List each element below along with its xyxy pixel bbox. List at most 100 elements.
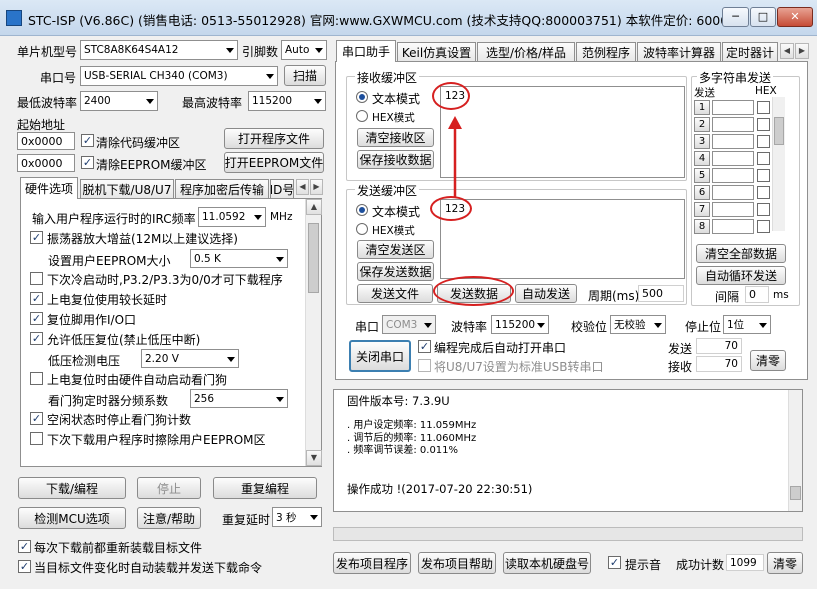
check-mcu-button[interactable]: 检测MCU选项 (18, 507, 126, 529)
tab-scroll-left-icon[interactable]: ◀ (780, 43, 794, 59)
lvr-voltage-select[interactable]: 2.20 V (141, 349, 239, 368)
save-receive-button[interactable]: 保存接收数据 (357, 150, 434, 169)
multi-hex-checkbox-7[interactable] (757, 203, 770, 216)
recv-text-mode-radio[interactable] (356, 91, 368, 103)
tab-baud-calculator[interactable]: 波特率计算器 (637, 42, 721, 62)
tab-timer-calculator[interactable]: 定时器计 (722, 42, 778, 62)
wdt-div-select[interactable]: 256 (190, 389, 288, 408)
minimize-button[interactable]: ─ (722, 7, 749, 27)
scroll-down-icon[interactable]: ▼ (306, 450, 322, 466)
multi-hex-checkbox-2[interactable] (757, 118, 770, 131)
multi-send-button-2[interactable]: 2 (694, 117, 710, 132)
multi-hex-checkbox-6[interactable] (757, 186, 770, 199)
reload-checkbox[interactable]: ✓ (18, 540, 31, 553)
usb-std-checkbox[interactable] (418, 359, 431, 372)
baud-select[interactable]: 115200 (491, 315, 549, 334)
log-output[interactable]: 固件版本号: 7.3.9U . 用户设定频率: 11.059MHz. 调节后的频率… (333, 389, 803, 512)
tab-id[interactable]: ID号 (270, 179, 294, 198)
open-eeprom-button[interactable]: 打开EEPROM文件 (224, 152, 324, 173)
tab-hardware-options[interactable]: 硬件选项 (20, 177, 78, 199)
multi-string-input-3[interactable] (712, 134, 754, 149)
eeprom-address-input[interactable]: 0x0000 (17, 154, 75, 172)
tab-keil-settings[interactable]: Keil仿真设置 (397, 42, 476, 62)
auto-reload-checkbox[interactable]: ✓ (18, 560, 31, 573)
multi-send-button-5[interactable]: 5 (694, 168, 710, 183)
clear-count-button[interactable]: 清零 (750, 350, 786, 371)
clear-send-button[interactable]: 清空发送区 (357, 240, 434, 259)
send-textarea[interactable]: 123 (440, 199, 685, 279)
eeprom-size-select[interactable]: 0.5 K (190, 249, 288, 268)
close-port-button[interactable]: 关闭串口 (349, 340, 411, 372)
scan-button[interactable]: 扫描 (284, 65, 326, 86)
reset-io-checkbox[interactable]: ✓ (30, 312, 43, 325)
reprogram-button[interactable]: 重复编程 (213, 477, 317, 499)
multi-string-input-5[interactable] (712, 168, 754, 183)
multi-send-button-3[interactable]: 3 (694, 134, 710, 149)
multi-string-input-8[interactable] (712, 219, 754, 234)
multi-send-button-8[interactable]: 8 (694, 219, 710, 234)
multi-string-input-2[interactable] (712, 117, 754, 132)
scroll-up-icon[interactable]: ▲ (306, 199, 322, 215)
multi-send-button-6[interactable]: 6 (694, 185, 710, 200)
log-scroll-thumb[interactable] (790, 486, 801, 500)
tab-scroll-left-icon[interactable]: ◀ (296, 179, 309, 195)
multi-hex-checkbox-5[interactable] (757, 169, 770, 182)
publish-program-button[interactable]: 发布项目程序 (333, 552, 411, 574)
multi-string-input-1[interactable] (712, 100, 754, 115)
scroll-thumb[interactable] (308, 223, 319, 293)
com-port-select[interactable]: COM3 (382, 315, 436, 334)
tab-offline-download[interactable]: 脱机下载/U8/U7 (80, 179, 174, 198)
tab-examples[interactable]: 范例程序 (576, 42, 636, 62)
clear-eeprom-checkbox[interactable]: ✓ (81, 156, 94, 169)
interval-input[interactable]: 0 (745, 286, 769, 303)
publish-help-button[interactable]: 发布项目帮助 (418, 552, 496, 574)
tab-scroll-right-icon[interactable]: ▶ (310, 179, 323, 195)
multi-string-input-7[interactable] (712, 202, 754, 217)
p32-checkbox[interactable] (30, 272, 43, 285)
tab-selection-price[interactable]: 选型/价格/样品 (477, 42, 575, 62)
save-send-button[interactable]: 保存发送数据 (357, 262, 434, 281)
osc-amp-checkbox[interactable]: ✓ (30, 231, 43, 244)
multi-string-input-6[interactable] (712, 185, 754, 200)
multi-hex-checkbox-8[interactable] (757, 220, 770, 233)
multi-scrollbar[interactable] (772, 97, 785, 231)
wdt-auto-checkbox[interactable] (30, 372, 43, 385)
tab-encrypted-transfer[interactable]: 程序加密后传输 (175, 179, 269, 198)
period-input[interactable]: 500 (638, 285, 684, 302)
tab-scroll-right-icon[interactable]: ▶ (795, 43, 809, 59)
download-button[interactable]: 下载/编程 (18, 477, 126, 499)
close-button[interactable]: ✕ (777, 7, 813, 27)
start-address-input[interactable]: 0x0000 (17, 132, 75, 150)
recv-hex-mode-radio[interactable] (356, 110, 368, 122)
parity-select[interactable]: 无校验 (610, 315, 666, 334)
mcu-select[interactable]: STC8A8K64S4A12 (80, 40, 238, 60)
multi-send-button-4[interactable]: 4 (694, 151, 710, 166)
idle-wdt-checkbox[interactable]: ✓ (30, 412, 43, 425)
clear-success-button[interactable]: 清零 (767, 552, 803, 574)
multi-send-button-7[interactable]: 7 (694, 202, 710, 217)
read-disk-button[interactable]: 读取本机硬盘号 (503, 552, 591, 574)
clear-code-checkbox[interactable]: ✓ (81, 134, 94, 147)
irc-select[interactable]: 11.0592 (198, 207, 266, 227)
clear-all-button[interactable]: 清空全部数据 (696, 244, 786, 263)
port-select[interactable]: USB-SERIAL CH340 (COM3) (80, 66, 278, 86)
receive-textarea[interactable]: 123 (440, 86, 685, 178)
help-button[interactable]: 注意/帮助 (137, 507, 201, 529)
stop-button[interactable]: 停止 (137, 477, 201, 499)
pin-select[interactable]: Auto (281, 40, 327, 60)
multi-hex-checkbox-1[interactable] (757, 101, 770, 114)
auto-loop-button[interactable]: 自动循环发送 (696, 266, 786, 285)
tab-serial-assistant[interactable]: 串口助手 (336, 40, 396, 62)
multi-string-input-4[interactable] (712, 151, 754, 166)
log-scrollbar[interactable] (788, 390, 802, 511)
erase-eeprom-checkbox[interactable] (30, 432, 43, 445)
beep-checkbox[interactable]: ✓ (608, 556, 621, 569)
multi-hex-checkbox-4[interactable] (757, 152, 770, 165)
min-baud-select[interactable]: 2400 (80, 91, 158, 111)
maximize-button[interactable]: □ (750, 7, 776, 27)
multi-hex-checkbox-3[interactable] (757, 135, 770, 148)
multi-scroll-thumb[interactable] (774, 117, 784, 145)
max-baud-select[interactable]: 115200 (248, 91, 326, 111)
send-file-button[interactable]: 发送文件 (357, 284, 433, 303)
auto-send-button[interactable]: 自动发送 (515, 284, 577, 303)
